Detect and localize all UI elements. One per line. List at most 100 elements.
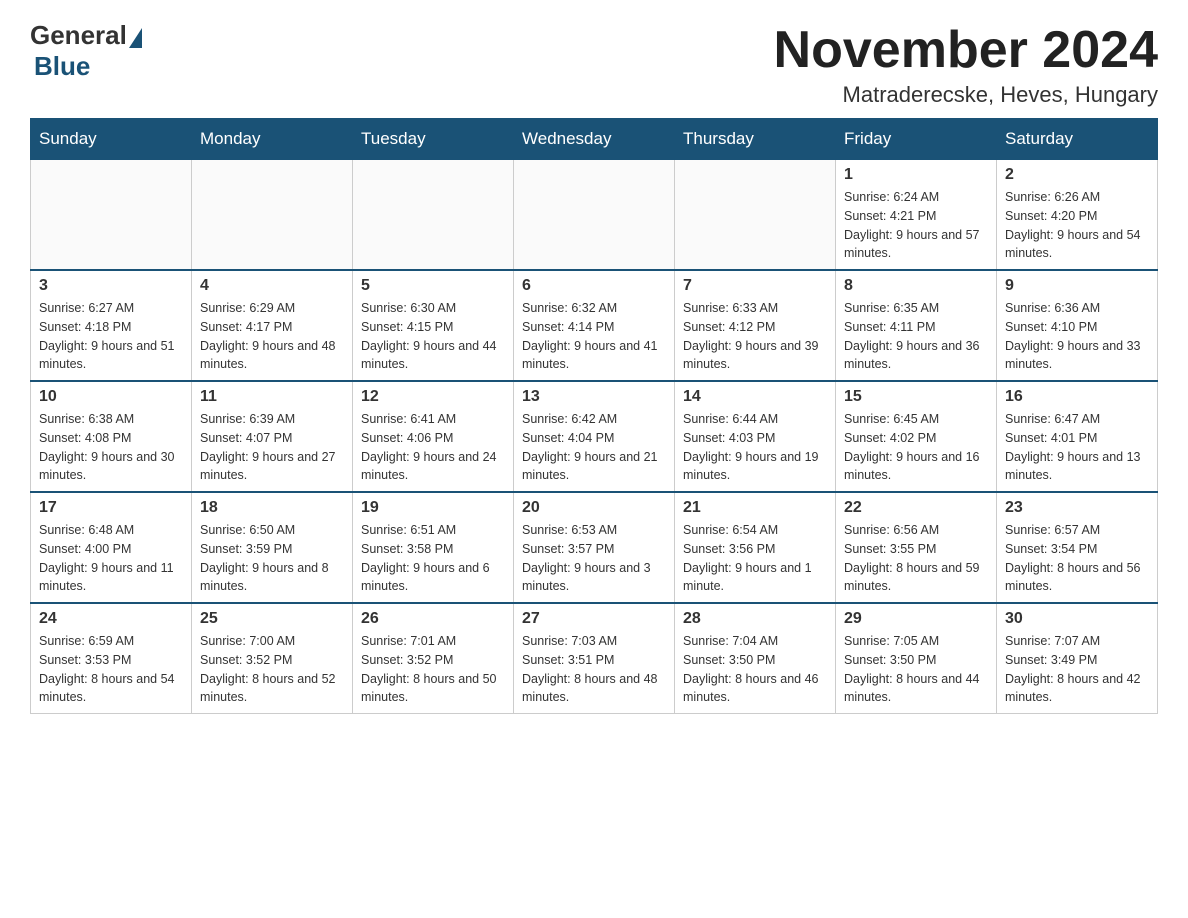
calendar-cell: 23 Sunrise: 6:57 AMSunset: 3:54 PMDayligh… bbox=[997, 492, 1158, 603]
day-number: 26 bbox=[361, 610, 505, 628]
calendar-cell: 11 Sunrise: 6:39 AMSunset: 4:07 PMDayligh… bbox=[192, 381, 353, 492]
calendar-cell: 16 Sunrise: 6:47 AMSunset: 4:01 PMDayligh… bbox=[997, 381, 1158, 492]
calendar-cell: 7Sunrise: 6:33 AMSunset: 4:12 PMDaylight… bbox=[675, 270, 836, 381]
day-info: Sunrise: 7:04 AMSunset: 3:50 PMDaylight:… bbox=[683, 632, 827, 707]
day-info: Sunrise: 6:48 AMSunset: 4:00 PMDaylight:… bbox=[39, 521, 183, 596]
logo-general-text: General bbox=[30, 20, 127, 51]
day-info: Sunrise: 6:41 AMSunset: 4:06 PMDaylight:… bbox=[361, 410, 505, 485]
day-info: Sunrise: 6:45 AMSunset: 4:02 PMDaylight:… bbox=[844, 410, 988, 485]
day-number: 2 bbox=[1005, 166, 1149, 184]
day-info: Sunrise: 6:30 AMSunset: 4:15 PMDaylight:… bbox=[361, 299, 505, 374]
day-number: 5 bbox=[361, 277, 505, 295]
day-number: 22 bbox=[844, 499, 988, 517]
header-wednesday: Wednesday bbox=[514, 119, 675, 160]
calendar-cell bbox=[31, 160, 192, 271]
header-sunday: Sunday bbox=[31, 119, 192, 160]
weekday-header-row: Sunday Monday Tuesday Wednesday Thursday… bbox=[31, 119, 1158, 160]
calendar-cell: 26 Sunrise: 7:01 AMSunset: 3:52 PMDayligh… bbox=[353, 603, 514, 714]
day-info: Sunrise: 6:59 AMSunset: 3:53 PMDaylight:… bbox=[39, 632, 183, 707]
calendar-cell: 9Sunrise: 6:36 AMSunset: 4:10 PMDaylight… bbox=[997, 270, 1158, 381]
location-subtitle: Matraderecske, Heves, Hungary bbox=[774, 82, 1158, 108]
calendar-cell: 12Sunrise: 6:41 AMSunset: 4:06 PMDayligh… bbox=[353, 381, 514, 492]
calendar-cell: 15 Sunrise: 6:45 AMSunset: 4:02 PMDayligh… bbox=[836, 381, 997, 492]
day-info: Sunrise: 7:01 AMSunset: 3:52 PMDaylight:… bbox=[361, 632, 505, 707]
day-number: 17 bbox=[39, 499, 183, 517]
page-header: General Blue November 2024 Matraderecske… bbox=[30, 20, 1158, 108]
day-info: Sunrise: 6:29 AMSunset: 4:17 PMDaylight:… bbox=[200, 299, 344, 374]
day-info: Sunrise: 7:07 AMSunset: 3:49 PMDaylight:… bbox=[1005, 632, 1149, 707]
calendar-cell: 28Sunrise: 7:04 AMSunset: 3:50 PMDayligh… bbox=[675, 603, 836, 714]
calendar-cell: 3 Sunrise: 6:27 AMSunset: 4:18 PMDaylight… bbox=[31, 270, 192, 381]
day-number: 8 bbox=[844, 277, 988, 295]
day-info: Sunrise: 6:47 AMSunset: 4:01 PMDaylight:… bbox=[1005, 410, 1149, 485]
day-info: Sunrise: 6:26 AMSunset: 4:20 PMDaylight:… bbox=[1005, 188, 1149, 263]
day-info: Sunrise: 6:57 AMSunset: 3:54 PMDaylight:… bbox=[1005, 521, 1149, 596]
day-number: 16 bbox=[1005, 388, 1149, 406]
calendar-cell bbox=[192, 160, 353, 271]
week-row-2: 3 Sunrise: 6:27 AMSunset: 4:18 PMDaylight… bbox=[31, 270, 1158, 381]
calendar-cell: 27 Sunrise: 7:03 AMSunset: 3:51 PMDayligh… bbox=[514, 603, 675, 714]
day-info: Sunrise: 6:36 AMSunset: 4:10 PMDaylight:… bbox=[1005, 299, 1149, 374]
calendar-cell: 5 Sunrise: 6:30 AMSunset: 4:15 PMDaylight… bbox=[353, 270, 514, 381]
day-number: 13 bbox=[522, 388, 666, 406]
day-number: 14 bbox=[683, 388, 827, 406]
day-info: Sunrise: 6:32 AMSunset: 4:14 PMDaylight:… bbox=[522, 299, 666, 374]
calendar-cell: 4Sunrise: 6:29 AMSunset: 4:17 PMDaylight… bbox=[192, 270, 353, 381]
day-info: Sunrise: 6:38 AMSunset: 4:08 PMDaylight:… bbox=[39, 410, 183, 485]
calendar-cell: 24 Sunrise: 6:59 AMSunset: 3:53 PMDayligh… bbox=[31, 603, 192, 714]
day-info: Sunrise: 7:03 AMSunset: 3:51 PMDaylight:… bbox=[522, 632, 666, 707]
header-thursday: Thursday bbox=[675, 119, 836, 160]
day-number: 27 bbox=[522, 610, 666, 628]
day-info: Sunrise: 6:39 AMSunset: 4:07 PMDaylight:… bbox=[200, 410, 344, 485]
day-number: 23 bbox=[1005, 499, 1149, 517]
title-area: November 2024 Matraderecske, Heves, Hung… bbox=[774, 20, 1158, 108]
week-row-5: 24 Sunrise: 6:59 AMSunset: 3:53 PMDayligh… bbox=[31, 603, 1158, 714]
calendar-table: Sunday Monday Tuesday Wednesday Thursday… bbox=[30, 118, 1158, 714]
day-number: 30 bbox=[1005, 610, 1149, 628]
day-number: 11 bbox=[200, 388, 344, 406]
header-saturday: Saturday bbox=[997, 119, 1158, 160]
day-info: Sunrise: 6:51 AMSunset: 3:58 PMDaylight:… bbox=[361, 521, 505, 596]
calendar-cell: 2 Sunrise: 6:26 AMSunset: 4:20 PMDaylight… bbox=[997, 160, 1158, 271]
day-number: 3 bbox=[39, 277, 183, 295]
calendar-cell bbox=[514, 160, 675, 271]
day-number: 10 bbox=[39, 388, 183, 406]
day-number: 24 bbox=[39, 610, 183, 628]
calendar-cell: 17 Sunrise: 6:48 AMSunset: 4:00 PMDayligh… bbox=[31, 492, 192, 603]
day-info: Sunrise: 6:53 AMSunset: 3:57 PMDaylight:… bbox=[522, 521, 666, 596]
day-info: Sunrise: 6:54 AMSunset: 3:56 PMDaylight:… bbox=[683, 521, 827, 596]
day-info: Sunrise: 6:56 AMSunset: 3:55 PMDaylight:… bbox=[844, 521, 988, 596]
day-number: 29 bbox=[844, 610, 988, 628]
week-row-3: 10 Sunrise: 6:38 AMSunset: 4:08 PMDayligh… bbox=[31, 381, 1158, 492]
calendar-cell: 18Sunrise: 6:50 AMSunset: 3:59 PMDayligh… bbox=[192, 492, 353, 603]
header-tuesday: Tuesday bbox=[353, 119, 514, 160]
logo-blue-text: Blue bbox=[34, 51, 90, 81]
calendar-cell: 8 Sunrise: 6:35 AMSunset: 4:11 PMDaylight… bbox=[836, 270, 997, 381]
day-info: Sunrise: 6:35 AMSunset: 4:11 PMDaylight:… bbox=[844, 299, 988, 374]
day-info: Sunrise: 6:50 AMSunset: 3:59 PMDaylight:… bbox=[200, 521, 344, 596]
day-number: 25 bbox=[200, 610, 344, 628]
calendar-cell: 19Sunrise: 6:51 AMSunset: 3:58 PMDayligh… bbox=[353, 492, 514, 603]
month-title: November 2024 bbox=[774, 20, 1158, 80]
calendar-cell: 20Sunrise: 6:53 AMSunset: 3:57 PMDayligh… bbox=[514, 492, 675, 603]
day-number: 1 bbox=[844, 166, 988, 184]
day-number: 21 bbox=[683, 499, 827, 517]
calendar-cell bbox=[353, 160, 514, 271]
day-info: Sunrise: 6:27 AMSunset: 4:18 PMDaylight:… bbox=[39, 299, 183, 374]
calendar-cell: 6Sunrise: 6:32 AMSunset: 4:14 PMDaylight… bbox=[514, 270, 675, 381]
day-info: Sunrise: 6:33 AMSunset: 4:12 PMDaylight:… bbox=[683, 299, 827, 374]
calendar-cell: 25Sunrise: 7:00 AMSunset: 3:52 PMDayligh… bbox=[192, 603, 353, 714]
header-monday: Monday bbox=[192, 119, 353, 160]
day-number: 15 bbox=[844, 388, 988, 406]
calendar-cell: 10 Sunrise: 6:38 AMSunset: 4:08 PMDayligh… bbox=[31, 381, 192, 492]
logo: General Blue bbox=[30, 20, 142, 82]
calendar-cell: 13Sunrise: 6:42 AMSunset: 4:04 PMDayligh… bbox=[514, 381, 675, 492]
header-friday: Friday bbox=[836, 119, 997, 160]
calendar-cell: 30 Sunrise: 7:07 AMSunset: 3:49 PMDayligh… bbox=[997, 603, 1158, 714]
day-info: Sunrise: 6:24 AMSunset: 4:21 PMDaylight:… bbox=[844, 188, 988, 263]
week-row-4: 17 Sunrise: 6:48 AMSunset: 4:00 PMDayligh… bbox=[31, 492, 1158, 603]
week-row-1: 1 Sunrise: 6:24 AMSunset: 4:21 PMDaylight… bbox=[31, 160, 1158, 271]
day-info: Sunrise: 6:44 AMSunset: 4:03 PMDaylight:… bbox=[683, 410, 827, 485]
calendar-cell: 14 Sunrise: 6:44 AMSunset: 4:03 PMDayligh… bbox=[675, 381, 836, 492]
calendar-cell: 21 Sunrise: 6:54 AMSunset: 3:56 PMDayligh… bbox=[675, 492, 836, 603]
